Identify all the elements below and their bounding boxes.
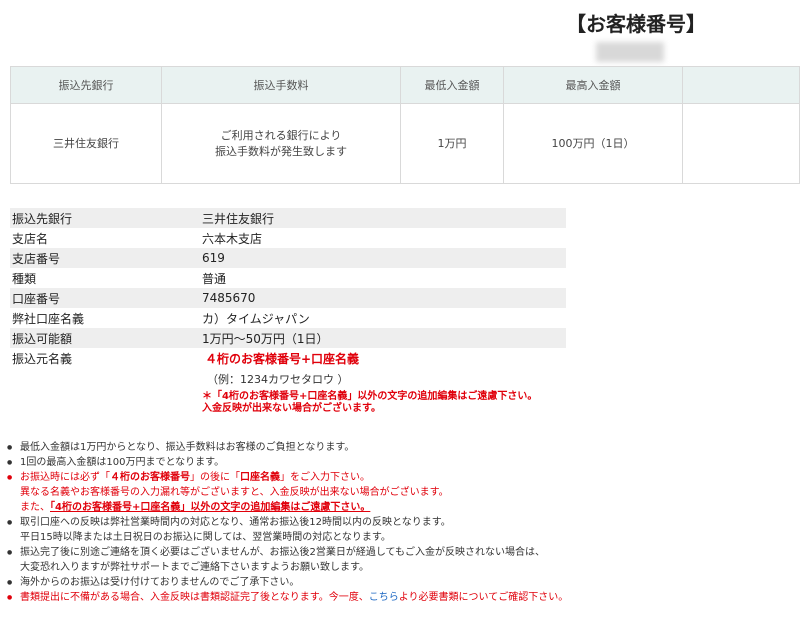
note-text: 」をご入力下さい。: [280, 472, 370, 483]
value-branch: 六本木支店: [202, 231, 263, 246]
label-account-name: 弊社口座名義: [12, 311, 85, 326]
value-account-number: 7485670: [202, 288, 566, 308]
note-line: また、「4桁のお客様番号+口座名義」以外の文字の追加編集はご遠慮下さい。: [20, 500, 786, 515]
header-fee: 振込手数料: [161, 66, 401, 104]
note-item: 振込完了後に別途ご連絡を頂く必要はございませんが、お振込後2営業日が経過してもご…: [6, 545, 786, 575]
note-line: 振込完了後に別途ご連絡を頂く必要はございませんが、お振込後2営業日が経過してもご…: [20, 547, 546, 558]
value-transfer-amount: 1万円〜50万円（1日）: [202, 328, 566, 348]
value-branch-number: 619: [202, 248, 566, 268]
value-account-name: カ）タイムジャパン: [202, 311, 310, 326]
header-min: 最低入金額: [400, 66, 504, 104]
note-text: 1回の最高入金額は100万円までとなります。: [20, 457, 225, 468]
documents-link[interactable]: こちら: [369, 592, 399, 603]
note-text: 書類提出に不備がある場合、入金反映は書類認証完了後となります。今一度、: [20, 592, 369, 603]
note-line: 取引口座への反映は弊社営業時間内の対応となり、通常お振込後12時間以内の反映とな…: [20, 517, 451, 528]
bank-info-row: 種類 普通: [10, 268, 566, 288]
header-empty: [682, 66, 800, 104]
label-account-number: 口座番号: [10, 288, 202, 308]
note-item: お振込時には必ず「４桁のお客様番号」の後に「口座名義」をご入力下さい。 異なる名…: [6, 470, 786, 515]
note-text: また、: [20, 502, 50, 513]
label-remitter-name: 振込元名義: [12, 351, 73, 366]
note-line: 平日15時以降または土日祝日のお振込に関しては、翌営業時間の対応となります。: [20, 532, 391, 543]
note-text: より必要書類についてご確認下さい。: [398, 592, 569, 603]
customer-number-title: 【お客様番号】: [566, 12, 706, 36]
remitter-warning: ＊「4桁のお客様番号+口座名義」以外の文字の追加編集はご遠慮下さい。 入金反映が…: [202, 391, 537, 415]
value-type: 普通: [202, 271, 227, 286]
note-item: 最低入金額は1万円からとなり、振込手数料はお客様のご負担となります。: [6, 440, 786, 455]
note-line: 大変恐れ入りますが弊社サポートまでご連絡下さいますようお願い致します。: [20, 562, 369, 573]
value-bank: 三井住友銀行: [202, 208, 566, 228]
fee-table-header-row: 振込先銀行 振込手数料 最低入金額 最高入金額: [10, 66, 800, 104]
remitter-warning-line-2: 入金反映が出来ない場合がございます。: [202, 403, 381, 414]
notes-list: 最低入金額は1万円からとなり、振込手数料はお客様のご負担となります。 1回の最高…: [6, 440, 786, 605]
fee-line-2: 振込手数料が発生致します: [215, 144, 347, 158]
fee-table: 振込先銀行 振込手数料 最低入金額 最高入金額 三井住友銀行 ご利用される銀行に…: [10, 66, 800, 184]
note-emphasis: ４桁のお客様番号: [110, 472, 190, 483]
note-text: 最低入金額は1万円からとなり、振込手数料はお客様のご負担となります。: [20, 442, 355, 453]
bank-info-table: 振込先銀行 三井住友銀行 支店名 六本木支店 支店番号 619 種類 普通 口座…: [10, 208, 566, 368]
cell-min: 1万円: [400, 103, 504, 184]
cell-fee: ご利用される銀行により 振込手数料が発生致します: [161, 103, 401, 184]
note-text: 」の後に「: [190, 472, 240, 483]
label-transfer-amount: 振込可能額: [10, 328, 202, 348]
note-item: 海外からのお振込は受け付けておりませんのでご了承下さい。: [6, 575, 786, 590]
cell-max: 100万円（1日）: [503, 103, 683, 184]
note-item: 1回の最高入金額は100万円までとなります。: [6, 455, 786, 470]
note-underlined: 「4桁のお客様番号+口座名義」以外の文字の追加編集はご遠慮下さい。: [50, 502, 371, 513]
remitter-warning-line-1: ＊「4桁のお客様番号+口座名義」以外の文字の追加編集はご遠慮下さい。: [202, 391, 538, 402]
cell-bank: 三井住友銀行: [10, 103, 162, 184]
note-line: 異なる名義やお客様番号の入力漏れ等がございますと、入金反映が出来ない場合がござい…: [20, 487, 449, 498]
note-item: 書類提出に不備がある場合、入金反映は書類認証完了後となります。今一度、こちらより…: [6, 590, 786, 605]
customer-number-blurred: [596, 42, 664, 62]
note-text: 海外からのお振込は受け付けておりませんのでご了承下さい。: [20, 577, 300, 588]
fee-table-row: 三井住友銀行 ご利用される銀行により 振込手数料が発生致します 1万円 100万…: [10, 103, 800, 184]
note-emphasis: 口座名義: [240, 472, 280, 483]
bank-info-row: 支店番号 619: [10, 248, 566, 268]
note-text: お振込時には必ず「: [20, 472, 110, 483]
note-item: 取引口座への反映は弊社営業時間内の対応となり、通常お振込後12時間以内の反映とな…: [6, 515, 786, 545]
remitter-format-note: ４桁のお客様番号+口座名義: [205, 352, 360, 366]
bank-info-row: 支店名 六本木支店: [10, 228, 566, 248]
bank-info-row: 振込先銀行 三井住友銀行: [10, 208, 566, 228]
note-line: お振込時には必ず「４桁のお客様番号」の後に「口座名義」をご入力下さい。: [20, 470, 786, 485]
header-max: 最高入金額: [503, 66, 683, 104]
remitter-format-example: （例：1234カワセタロウ ）: [207, 373, 349, 386]
bank-info-row: 口座番号 7485670: [10, 288, 566, 308]
label-branch-number: 支店番号: [10, 248, 202, 268]
label-type: 種類: [12, 271, 37, 286]
fee-line-1: ご利用される銀行により: [220, 128, 342, 142]
bank-info-row: 振込可能額 1万円〜50万円（1日）: [10, 328, 566, 348]
label-bank: 振込先銀行: [10, 208, 202, 228]
cell-empty: [682, 103, 800, 184]
header-bank: 振込先銀行: [10, 66, 162, 104]
bank-info-row: 弊社口座名義 カ）タイムジャパン: [10, 308, 566, 328]
label-branch: 支店名: [12, 231, 49, 246]
